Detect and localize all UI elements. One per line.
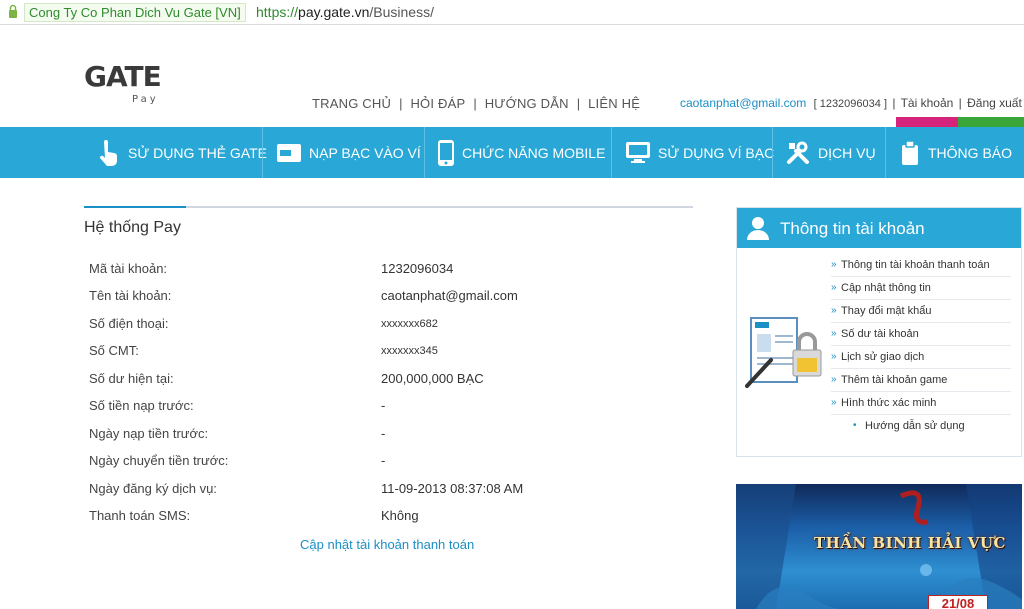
user-icon bbox=[747, 217, 769, 240]
nav-contact[interactable]: LIÊN HỆ bbox=[588, 96, 640, 111]
svg-text:GATE: GATE bbox=[84, 60, 161, 93]
certificate-label[interactable]: Cong Ty Co Phan Dich Vu Gate [VN] bbox=[24, 3, 246, 22]
lock-icon bbox=[9, 4, 17, 18]
nav-mobile-functions[interactable]: CHỨC NĂNG MOBILE bbox=[438, 127, 605, 178]
sidebar-item-verification-method[interactable]: Hình thức xác minh bbox=[831, 392, 1011, 415]
user-bar: caotanphat@gmail.com [ 1232096034 ] | Tà… bbox=[680, 96, 1022, 110]
nav-use-silver-wallet[interactable]: SỬ DỤNG VÍ BẠC bbox=[626, 127, 774, 178]
info-row-account-name: Tên tài khoản: caotanphat@gmail.com bbox=[89, 288, 518, 303]
monitor-icon bbox=[626, 141, 650, 163]
nav-use-gate-card[interactable]: SỬ DỤNG THẺ GATE bbox=[98, 127, 267, 178]
info-row-last-topup-date: Ngày nạp tiền trước: - bbox=[89, 426, 386, 441]
info-row-phone: Số điện thoại: xxxxxxx682 bbox=[89, 316, 438, 331]
user-email[interactable]: caotanphat@gmail.com bbox=[680, 96, 806, 110]
sidebar-title: Thông tin tài khoản bbox=[780, 219, 925, 238]
nav-faq[interactable]: HỎI ĐÁP bbox=[410, 96, 465, 111]
hand-pointer-icon bbox=[99, 139, 117, 166]
tools-icon bbox=[787, 141, 809, 164]
decorative-color-bar bbox=[896, 117, 1024, 127]
svg-text:Pay: Pay bbox=[132, 94, 159, 105]
mobile-phone-icon bbox=[438, 139, 454, 166]
account-info-sidebar: Thông tin tài khoản Thông tin tài khoản … bbox=[736, 207, 1022, 457]
browser-address-bar[interactable]: Cong Ty Co Phan Dich Vu Gate [VN] https:… bbox=[0, 0, 1024, 25]
sidebar-item-add-game-account[interactable]: Thêm tài khoản game bbox=[831, 369, 1011, 392]
info-row-sms-payment: Thanh toán SMS: Không bbox=[89, 508, 419, 523]
info-row-last-transfer-date: Ngày chuyển tiền trước: - bbox=[89, 453, 386, 468]
gate-pay-logo[interactable]: GATE Pay bbox=[84, 58, 174, 106]
top-navigation: TRANG CHỦ | HỎI ĐÁP | HƯỚNG DẪN | LIÊN HỆ bbox=[312, 96, 641, 111]
sidebar-menu: Thông tin tài khoản thanh toán Cập nhật … bbox=[831, 254, 1011, 437]
info-row-id-card: Số CMT: xxxxxxx345 bbox=[89, 343, 438, 358]
gate-card-icon bbox=[277, 143, 301, 162]
panel-divider bbox=[84, 206, 693, 208]
sidebar-item-user-guide[interactable]: Hướng dẫn sử dụng bbox=[831, 415, 1011, 437]
info-row-register-date: Ngày đăng ký dịch vụ: 11-09-2013 08:37:0… bbox=[89, 481, 524, 496]
nav-topup-wallet[interactable]: NẠP BẠC VÀO VÍ bbox=[277, 127, 421, 178]
banner-date: 21/08 bbox=[928, 595, 988, 609]
info-row-account-id: Mã tài khoản: 1232096034 bbox=[89, 261, 454, 276]
nav-notifications[interactable]: THÔNG BÁO bbox=[900, 127, 1012, 178]
update-payment-account-link[interactable]: Cập nhật tài khoản thanh toán bbox=[300, 537, 474, 552]
url-text[interactable]: https://pay.gate.vn/Business/ bbox=[256, 3, 434, 21]
banner-title: THẦN BINH HẢI VỰC bbox=[814, 534, 1006, 552]
nav-home[interactable]: TRANG CHỦ bbox=[312, 96, 391, 111]
info-row-last-topup-amount: Số tiền nạp trước: - bbox=[89, 398, 386, 413]
sidebar-item-change-password[interactable]: Thay đổi mật khẩu bbox=[831, 300, 1011, 323]
nav-services[interactable]: DỊCH VỤ bbox=[786, 127, 876, 178]
sidebar-item-update-info[interactable]: Cập nhật thông tin bbox=[831, 277, 1011, 300]
info-row-balance: Số dư hiện tại: 200,000,000 BẠC bbox=[89, 371, 484, 386]
notice-icon bbox=[902, 140, 918, 165]
nav-guide[interactable]: HƯỚNG DẪN bbox=[485, 96, 569, 111]
sidebar-item-payment-account-info[interactable]: Thông tin tài khoản thanh toán bbox=[831, 254, 1011, 277]
game-banner[interactable]: THẦN BINH HẢI VỰC 21/08 bbox=[736, 484, 1022, 609]
account-link[interactable]: Tài khoản bbox=[901, 96, 954, 110]
sidebar-header: Thông tin tài khoản bbox=[737, 208, 1021, 248]
sidebar-item-account-balance[interactable]: Số dư tài khoản bbox=[831, 323, 1011, 346]
logout-link[interactable]: Đăng xuất bbox=[967, 96, 1022, 110]
sidebar-item-transaction-history[interactable]: Lịch sử giao dịch bbox=[831, 346, 1011, 369]
user-id: [ 1232096034 ] bbox=[813, 98, 887, 110]
document-lock-icon bbox=[745, 317, 822, 388]
main-navigation: SỬ DỤNG THẺ GATE NẠP BẠC VÀO VÍ CHỨC NĂN… bbox=[0, 127, 1024, 178]
panel-title: Hệ thống Pay bbox=[84, 219, 181, 236]
